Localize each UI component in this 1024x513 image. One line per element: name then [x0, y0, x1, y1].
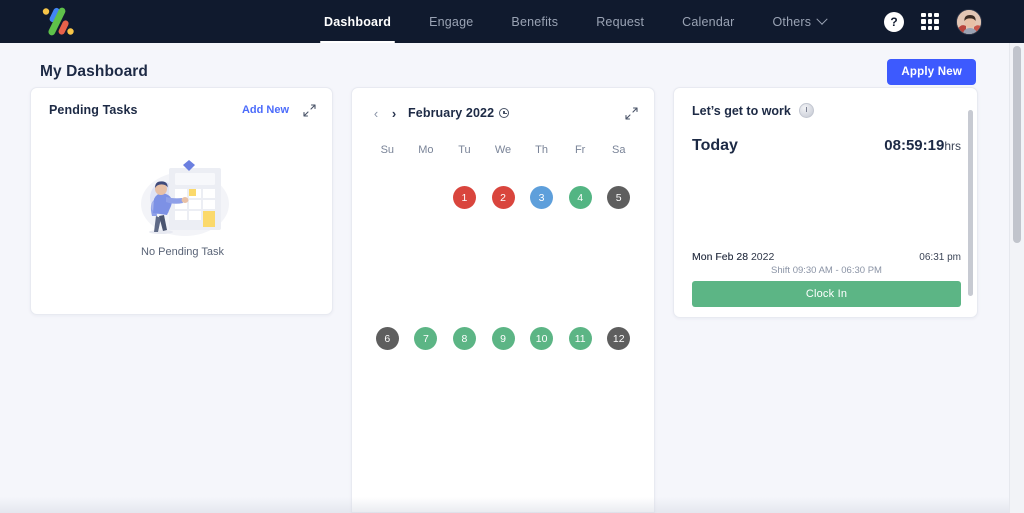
nav-label-engage: Engage	[429, 14, 474, 29]
today-timer-unit: hrs	[944, 139, 961, 153]
calendar-day-empty	[376, 186, 399, 209]
primary-nav: Dashboard Engage Benefits Request Calend…	[320, 0, 830, 43]
nav-item-engage[interactable]: Engage	[425, 0, 477, 43]
top-navbar: Dashboard Engage Benefits Request Calend…	[0, 0, 1024, 43]
apply-new-button[interactable]: Apply New	[887, 59, 976, 85]
calendar-day-empty	[414, 186, 437, 209]
add-new-link[interactable]: Add New	[242, 104, 289, 116]
grid-icon[interactable]	[921, 12, 939, 31]
calendar-weekday-row: Su Mo Tu We Th Fr Sa	[368, 144, 638, 156]
percent-logo-icon	[42, 7, 74, 35]
grid-dot	[921, 25, 926, 31]
get-to-work-card: Let’s get to work Today 08:59:19hrs Mon …	[673, 87, 978, 318]
nav-item-request[interactable]: Request	[592, 0, 648, 43]
shift-date-row: Mon Feb 28 Mon Feb 28 2022 06:31 pm	[692, 251, 961, 264]
pending-tasks-card: Pending Tasks Add New No Pending Task	[30, 87, 334, 315]
info-icon[interactable]	[499, 108, 510, 118]
work-card-scrollbar[interactable]	[968, 110, 973, 296]
navbar-actions: ?	[884, 8, 982, 35]
page-body: My Dashboard Apply New Pending Tasks Add…	[0, 43, 1024, 513]
calendar-day-8[interactable]: 8	[452, 327, 476, 350]
calendar-day-1[interactable]: 1	[452, 186, 476, 209]
nav-item-benefits[interactable]: Benefits	[507, 0, 562, 43]
brand-logo[interactable]	[36, 4, 80, 40]
clock-icon	[798, 103, 814, 118]
calendar-header: ‹ › February 2022	[368, 102, 638, 124]
help-icon[interactable]: ?	[884, 11, 904, 32]
pending-tasks-header: Pending Tasks Add New	[49, 103, 316, 117]
pending-tasks-empty-state: No Pending Task	[49, 117, 316, 304]
work-card-scrollbar-thumb[interactable]	[968, 110, 973, 296]
person-with-checklist-icon	[140, 159, 229, 236]
calendar-day-12[interactable]: 12	[607, 327, 631, 350]
weekday-su: Su	[380, 144, 395, 156]
help-icon-glyph: ?	[890, 14, 898, 29]
grid-dot	[927, 19, 933, 24]
pending-tasks-title: Pending Tasks	[49, 103, 138, 117]
weekday-fr: Fr	[574, 144, 586, 156]
clock-in-button[interactable]: Clock In	[692, 281, 961, 307]
today-timer-value: 08:59:19	[884, 137, 945, 154]
weekday-we: We	[494, 144, 512, 156]
nav-label-calendar: Calendar	[682, 14, 735, 29]
weekday-th: Th	[535, 144, 549, 156]
nav-label-request: Request	[596, 14, 645, 29]
grid-dot	[927, 12, 933, 18]
calendar-day-4[interactable]: 4	[568, 186, 592, 209]
today-row: Today 08:59:19hrs	[692, 137, 961, 155]
nav-label-benefits: Benefits	[511, 14, 559, 29]
calendar-day-2[interactable]: 2	[491, 186, 515, 209]
calendar-next-button[interactable]: ›	[386, 105, 402, 121]
calendar-day-3[interactable]: 3	[530, 186, 554, 209]
nav-item-dashboard[interactable]: Dashboard	[320, 0, 396, 43]
shift-hours: Shift 09:30 AM - 06:30 PM	[771, 265, 882, 276]
expand-icon[interactable]	[303, 103, 316, 117]
grid-dot	[934, 12, 939, 18]
nav-label-others: Others	[772, 14, 812, 29]
page-header: My Dashboard Apply New	[0, 43, 1024, 87]
get-to-work-title: Let’s get to work	[692, 103, 791, 118]
calendar-day-5[interactable]: 5	[607, 186, 631, 209]
page-scrollbar[interactable]	[1009, 43, 1024, 513]
no-pending-task-label: No Pending Task	[141, 245, 224, 258]
chevron-down-icon	[816, 13, 828, 25]
calendar-day-grid: 1 2 3 4 5 6 7 8 9 10 11 12	[368, 186, 638, 350]
grid-dot	[934, 25, 939, 31]
page-title: My Dashboard	[40, 63, 148, 80]
calendar-day-11[interactable]: 11	[568, 327, 592, 350]
expand-icon-glyph	[625, 106, 638, 120]
weekday-mo: Mo	[418, 144, 434, 156]
get-to-work-header: Let’s get to work	[692, 103, 961, 118]
nav-label-dashboard: Dashboard	[324, 14, 392, 29]
calendar-day-7[interactable]: 7	[414, 327, 438, 350]
grid-dot	[921, 19, 926, 24]
shift-date: Mon Feb 28 2022	[692, 251, 775, 263]
today-label: Today	[692, 137, 738, 154]
page-scrollbar-thumb[interactable]	[1013, 46, 1021, 243]
grid-dot	[934, 19, 939, 24]
calendar-day-6[interactable]: 6	[375, 327, 399, 350]
expand-icon-glyph	[303, 103, 316, 117]
nav-item-others[interactable]: Others	[768, 0, 830, 43]
calendar-expand-icon[interactable]	[625, 106, 638, 120]
shift-block: Mon Feb 28 Mon Feb 28 2022 06:31 pm Shif…	[692, 251, 961, 317]
dashboard-cards: Pending Tasks Add New No Pending Task ‹ …	[0, 87, 1024, 513]
avatar-image	[957, 9, 981, 34]
today-timer: 08:59:19hrs	[884, 137, 961, 154]
calendar-day-9[interactable]: 9	[491, 327, 515, 350]
calendar-day-10[interactable]: 10	[530, 327, 554, 350]
nav-item-calendar[interactable]: Calendar	[678, 0, 738, 43]
grid-dot	[921, 12, 926, 18]
weekday-tu: Tu	[458, 144, 471, 156]
calendar-card: ‹ › February 2022 Su Mo Tu We Th Fr Sa 1…	[351, 87, 656, 513]
grid-dot	[927, 25, 933, 31]
calendar-month-label: February 2022	[408, 106, 495, 120]
avatar[interactable]	[956, 8, 982, 35]
shift-current-time: 06:31 pm	[919, 252, 961, 263]
weekday-sa: Sa	[611, 144, 626, 156]
calendar-prev-button[interactable]: ‹	[368, 105, 384, 121]
